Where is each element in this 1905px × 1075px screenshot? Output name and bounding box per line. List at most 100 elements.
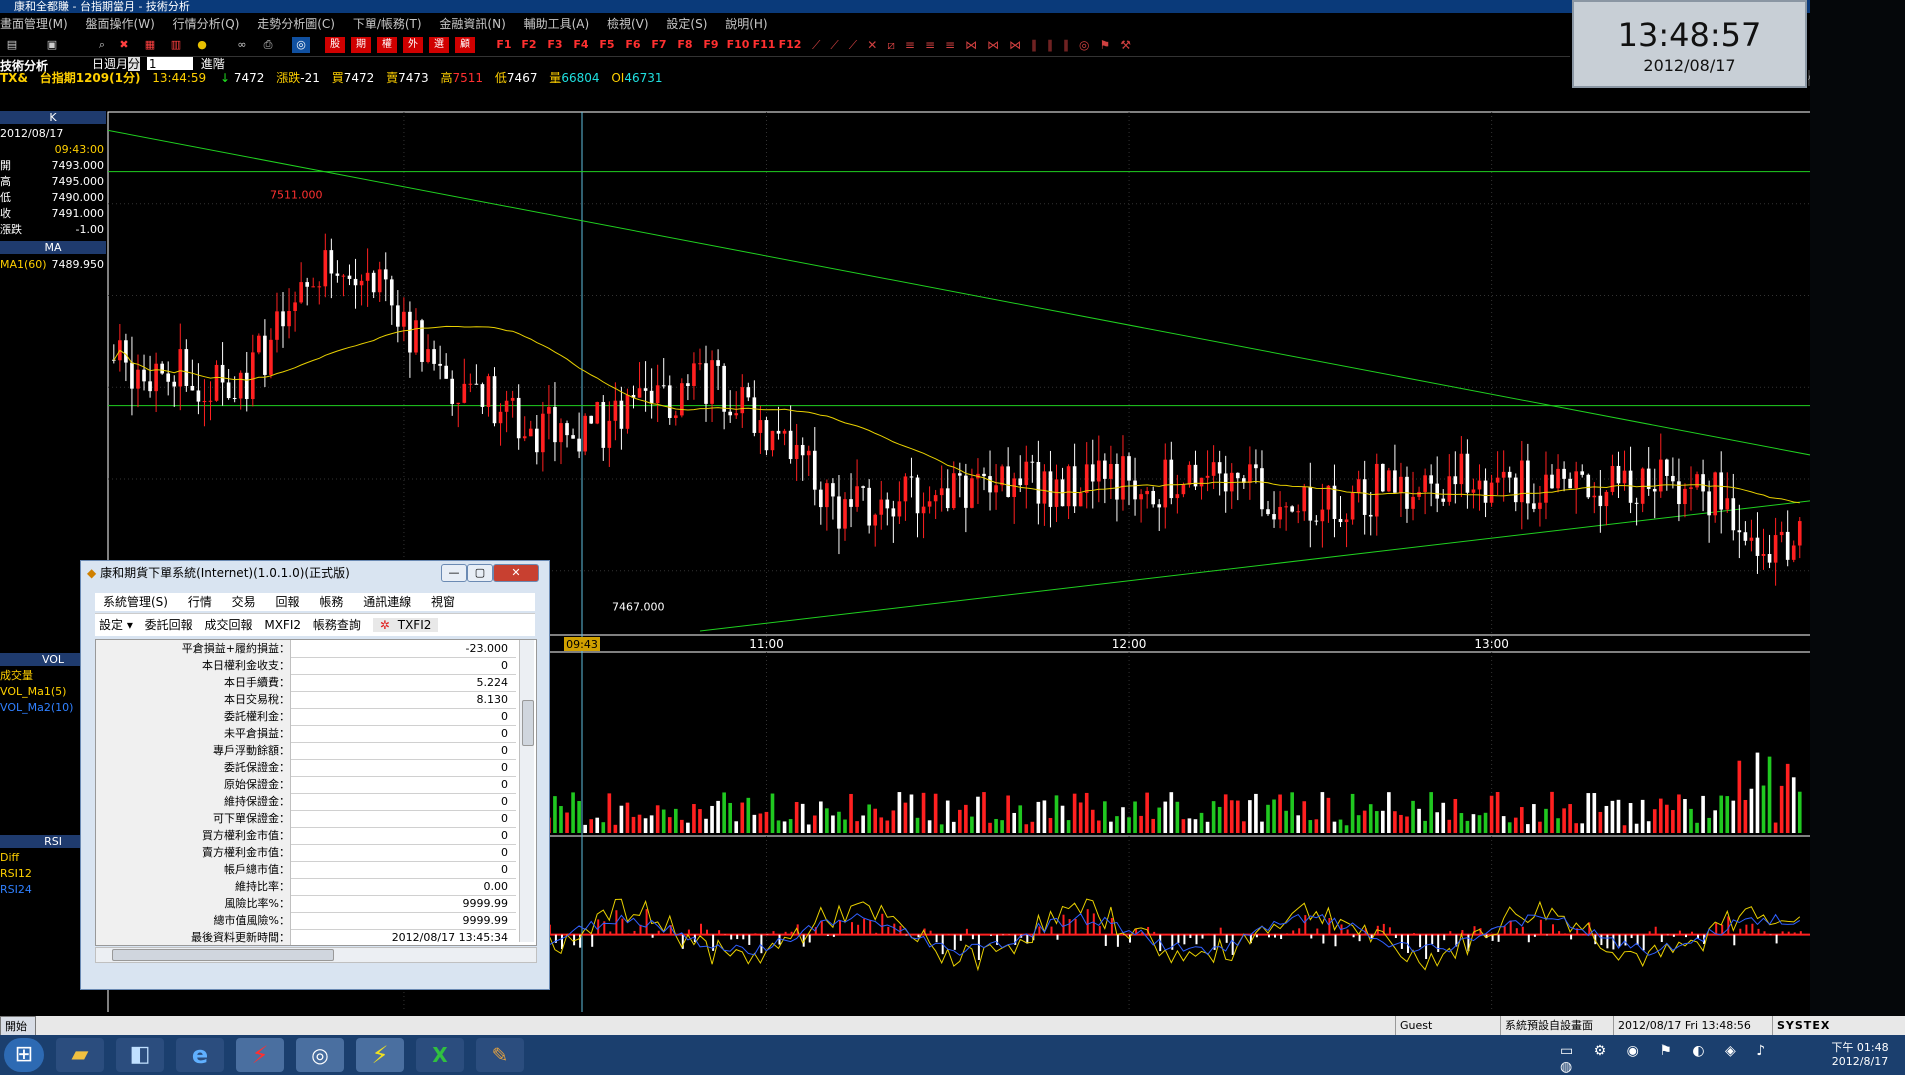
flash-icon[interactable]: ⚡ xyxy=(236,1038,284,1072)
candle-body xyxy=(1048,471,1053,507)
maximize-button[interactable]: ▢ xyxy=(467,564,493,582)
candle-body xyxy=(667,385,672,418)
volume-bar xyxy=(1090,809,1095,833)
volume-bar xyxy=(1652,809,1657,833)
rsi-diff-bar xyxy=(935,934,938,943)
concord-app-icon[interactable]: ◎ xyxy=(296,1038,344,1072)
files-icon[interactable]: ◧ xyxy=(116,1038,164,1072)
rsi-diff-bar xyxy=(1793,932,1796,935)
dialog-menu-bar: 系統管理(S) 行情 交易 回報 帳務 通訊連線 視窗 xyxy=(95,593,535,611)
minimize-button[interactable]: — xyxy=(441,564,467,582)
excel-icon[interactable]: X xyxy=(416,1038,464,1072)
rsi-diff-bar xyxy=(1533,934,1536,937)
txfi2-button[interactable]: ✲ TXFI2 xyxy=(372,618,439,632)
ie-icon[interactable]: e xyxy=(176,1038,224,1072)
rsi-diff-bar xyxy=(1570,934,1573,940)
paint-icon[interactable]: ✎ xyxy=(476,1038,524,1072)
settings-button[interactable]: 設定 ▾ xyxy=(99,618,133,632)
volume-bar xyxy=(637,814,642,833)
tray-icons[interactable]: ▭ ⚙ ◉ ⚑ ◐ ◈ ♪ ◍ xyxy=(1560,1043,1790,1075)
candle-body xyxy=(794,444,799,460)
volume-bar xyxy=(1096,820,1101,833)
candle-body xyxy=(1151,490,1155,505)
folder-icon[interactable]: ▰ xyxy=(56,1038,104,1072)
dialog-menu-item[interactable]: 帳務 xyxy=(319,595,343,609)
dialog-menu-item[interactable]: 交易 xyxy=(232,595,256,609)
candle-body xyxy=(1471,489,1476,493)
dialog-menu-item[interactable]: 行情 xyxy=(188,595,212,609)
volume-bar xyxy=(1211,801,1216,833)
volume-bar xyxy=(553,796,557,833)
volume-bar xyxy=(1229,800,1234,833)
time-tick-label: 12:00 xyxy=(1112,637,1147,651)
rsi-diff-bar xyxy=(1292,930,1295,935)
lightning-icon[interactable]: ⚡ xyxy=(356,1038,404,1072)
rsi-diff-bar xyxy=(1757,928,1760,935)
candle-body xyxy=(402,311,406,327)
candle-body xyxy=(1235,472,1240,479)
horizontal-scrollbar[interactable] xyxy=(95,947,537,963)
volume-bar xyxy=(873,808,878,833)
candle-body xyxy=(1574,471,1578,489)
candle-body xyxy=(988,476,992,493)
volume-bar xyxy=(1181,819,1186,833)
rsi-diff-bar xyxy=(1153,931,1156,935)
dialog-menu-item[interactable]: 視窗 xyxy=(431,595,455,609)
candle-body xyxy=(226,382,231,399)
volume-bar xyxy=(1387,792,1391,833)
close-button[interactable]: ✕ xyxy=(493,564,539,582)
rsi-diff-bar xyxy=(1231,934,1234,955)
volume-bar xyxy=(686,822,690,833)
star-icon: ✲ xyxy=(379,618,390,632)
volume-bar xyxy=(867,804,871,833)
dialog-menu-item[interactable]: 通訊連線 xyxy=(363,595,411,609)
candle-body xyxy=(1616,465,1621,484)
candle-body xyxy=(752,397,757,433)
account-query-button[interactable]: 帳務查詢 xyxy=(313,618,361,632)
fill-report-button[interactable]: 成交回報 xyxy=(205,618,253,632)
volume-bar xyxy=(982,792,986,833)
rsi-diff-bar xyxy=(1546,934,1548,936)
mxfi2-button[interactable]: MXFI2 xyxy=(264,618,301,632)
windows-start-icon[interactable]: ⊞ xyxy=(4,1038,44,1072)
hscroll-thumb[interactable] xyxy=(112,949,334,961)
volume-bar xyxy=(698,809,702,833)
candle-body xyxy=(1526,460,1530,504)
start-label[interactable]: 開始 xyxy=(0,1016,36,1037)
candle-body xyxy=(462,383,467,403)
candle-body xyxy=(1652,488,1657,492)
datetime-label: 2012/08/17 Fri 13:48:56 xyxy=(1613,1016,1778,1035)
candle-body xyxy=(1030,461,1035,463)
order-report-button[interactable]: 委託回報 xyxy=(145,618,193,632)
volume-bar xyxy=(1731,800,1736,833)
candle-body xyxy=(244,372,249,400)
candle-body xyxy=(190,385,195,391)
volume-bar xyxy=(1719,795,1724,833)
candle-body xyxy=(1387,470,1391,492)
grid-scrollbar[interactable] xyxy=(519,640,534,942)
candle-body xyxy=(432,349,436,364)
scrollbar-thumb[interactable] xyxy=(522,700,534,746)
account-row-value: -23.000 xyxy=(465,642,508,655)
volume-bar xyxy=(939,824,944,833)
account-row-value: 0 xyxy=(501,778,508,791)
volume-bar xyxy=(1417,808,1421,833)
candle-body xyxy=(317,286,322,288)
dialog-menu-item[interactable]: 回報 xyxy=(276,595,300,609)
dialog-menu-item[interactable]: 系統管理(S) xyxy=(103,595,168,609)
candle-body xyxy=(1350,492,1355,520)
candle-body xyxy=(589,415,594,424)
candle-body xyxy=(1586,474,1591,498)
candle-body xyxy=(1078,492,1083,507)
volume-bar xyxy=(1725,796,1730,833)
candle-body xyxy=(1707,491,1711,516)
candle-body xyxy=(770,430,775,451)
volume-bar xyxy=(927,820,932,833)
candle-body xyxy=(1689,487,1693,489)
account-row-label: 本日權利金收支： xyxy=(96,657,291,674)
candle-body xyxy=(734,413,739,416)
candle-body xyxy=(1725,498,1730,510)
rsi-diff-bar xyxy=(1425,934,1428,960)
candle-body xyxy=(1381,463,1385,492)
candle-body xyxy=(1695,474,1699,488)
